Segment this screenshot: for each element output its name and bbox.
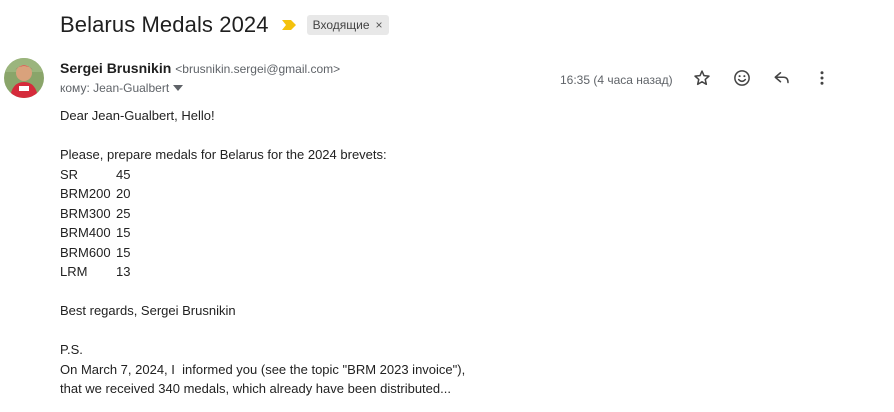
- medal-type: LRM: [60, 264, 88, 279]
- subject-row: Belarus Medals 2024 Входящие ×: [60, 10, 389, 40]
- recipient-details-chevron-down-icon[interactable]: [173, 85, 184, 91]
- email-timestamp: 16:35 (4 часа назад): [560, 73, 673, 87]
- medal-count: 15: [116, 225, 131, 240]
- emoji-reaction-icon: [733, 69, 751, 92]
- medal-row: BRM600 15: [60, 243, 465, 263]
- more-options-button[interactable]: [810, 68, 834, 92]
- message-actions: [690, 68, 834, 92]
- sender-email: <brusnikin.sergei@gmail.com>: [175, 62, 341, 76]
- more-vert-icon: [813, 69, 831, 92]
- avatar: [4, 58, 44, 98]
- sender-name[interactable]: Sergei Brusnikin: [60, 60, 171, 76]
- regards: Best regards, Sergei Brusnikin: [60, 303, 236, 318]
- medal-row: LRM 13: [60, 262, 465, 282]
- star-button[interactable]: [690, 68, 714, 92]
- ps-line: that we received 340 medals, which alrea…: [60, 381, 451, 396]
- remove-label-button[interactable]: ×: [376, 18, 383, 32]
- ps-label: P.S.: [60, 342, 83, 357]
- greeting: Dear Jean-Gualbert, Hello!: [60, 108, 215, 123]
- label-chip-text: Входящие: [312, 18, 370, 32]
- emoji-reaction-button[interactable]: [730, 68, 754, 92]
- medal-row: SR 45: [60, 165, 465, 185]
- medal-count: 45: [116, 166, 131, 182]
- medal-type: BRM400: [60, 225, 111, 240]
- medal-row: BRM400 15: [60, 223, 465, 243]
- medal-type: BRM200: [60, 186, 111, 201]
- medal-row: BRM300 25: [60, 204, 465, 224]
- intro-text: Please, prepare medals for Belarus for t…: [60, 147, 387, 162]
- sender-line: Sergei Brusnikin <brusnikin.sergei@gmail…: [60, 60, 340, 76]
- medal-count: 15: [116, 244, 131, 260]
- medal-row: BRM200 20: [60, 184, 465, 204]
- medal-type: BRM600: [60, 244, 111, 260]
- reply-button[interactable]: [770, 68, 794, 92]
- medal-count: 20: [116, 186, 131, 201]
- medal-count: 25: [116, 205, 131, 221]
- email-subject: Belarus Medals 2024: [60, 12, 269, 37]
- inbox-label-chip: Входящие ×: [306, 15, 389, 35]
- email-body: Dear Jean-Gualbert, Hello! Please, prepa…: [60, 106, 465, 399]
- recipient-text: кому: Jean-Gualbert: [60, 81, 170, 95]
- star-icon: [693, 69, 711, 92]
- recipient-line: кому: Jean-Gualbert: [60, 81, 184, 95]
- medal-type: BRM300: [60, 205, 111, 221]
- medal-count: 13: [116, 264, 131, 279]
- medal-type: SR: [60, 166, 79, 182]
- ps-line: On March 7, 2024, I informed you (see th…: [60, 361, 466, 377]
- reply-icon: [773, 69, 791, 92]
- importance-marker-icon[interactable]: [281, 19, 297, 31]
